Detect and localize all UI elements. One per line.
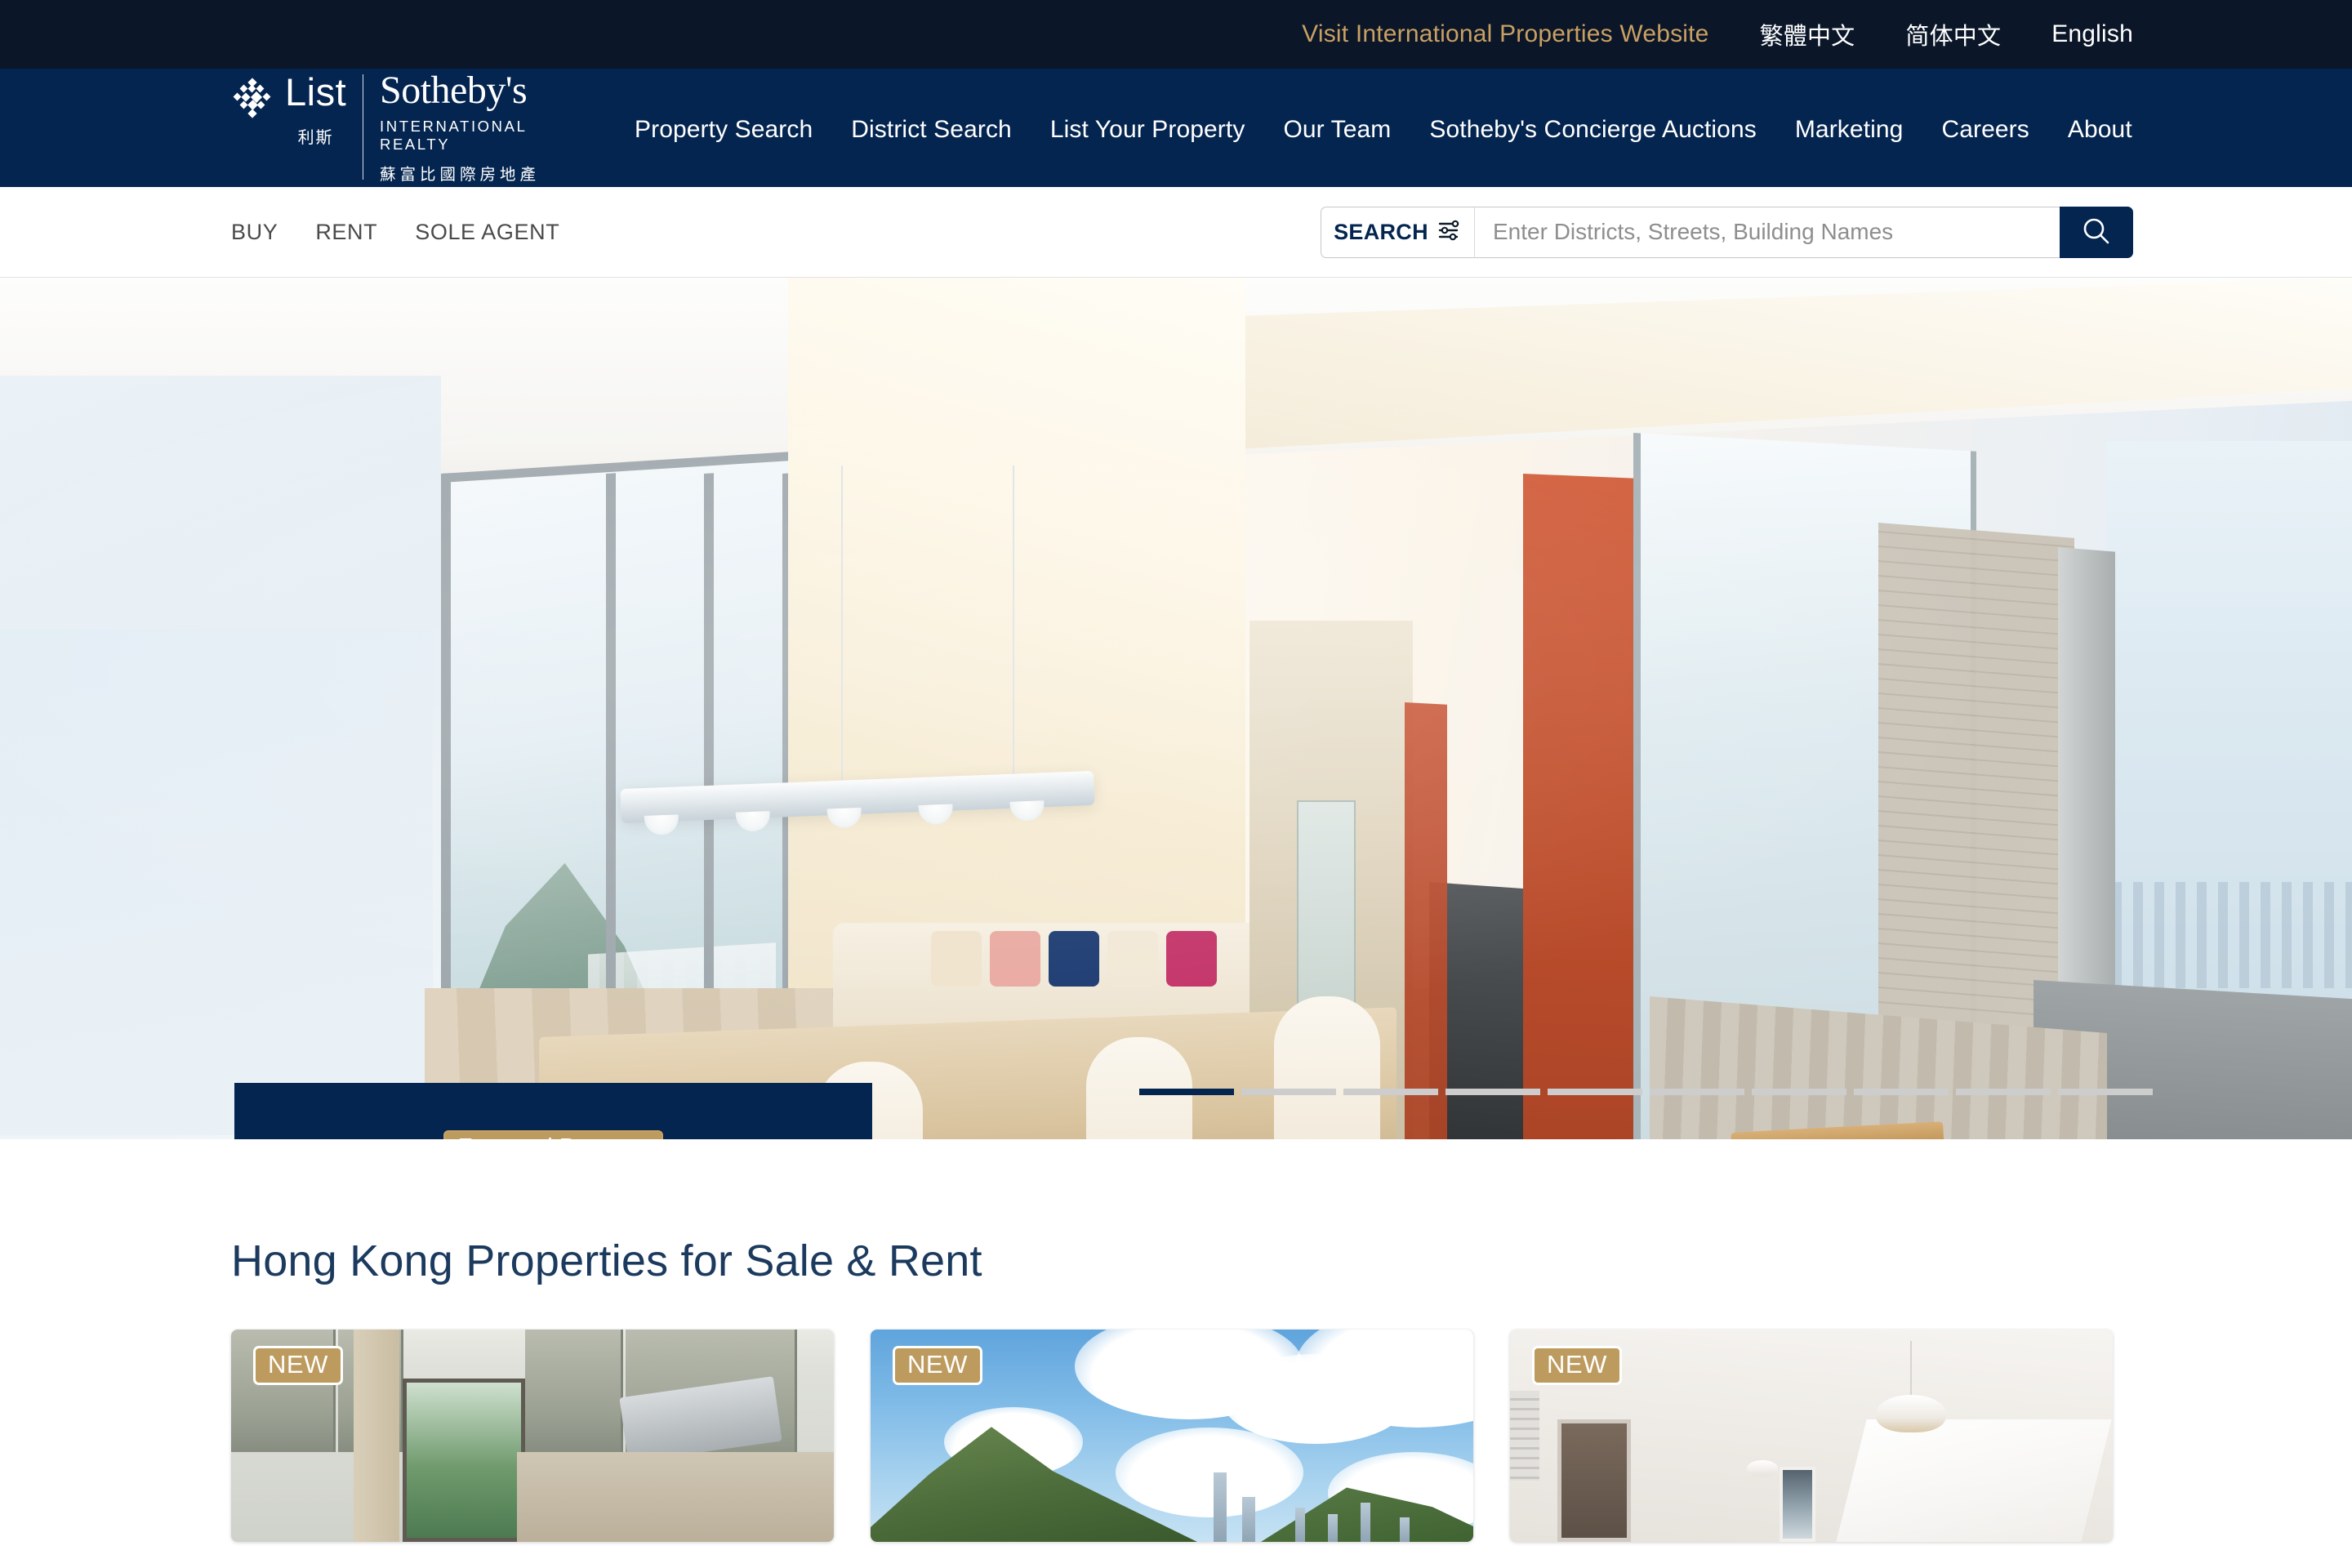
- listings-section: Hong Kong Properties for Sale & Rent NEW: [0, 1139, 2352, 1542]
- hero-property-photo: [0, 278, 2352, 1139]
- international-properties-link[interactable]: Visit International Properties Website: [1302, 20, 1708, 48]
- listing-type-tabs: BUY RENT SOLE AGENT: [231, 220, 597, 245]
- featured-badge-wrap: Featured Property: [310, 1129, 797, 1139]
- tab-sole-agent[interactable]: SOLE AGENT: [415, 220, 559, 245]
- list-diamond-logo-icon: [231, 78, 274, 120]
- property-card[interactable]: NEW: [231, 1330, 834, 1542]
- carousel-pagination: [1139, 1089, 2153, 1095]
- language-simplified-chinese[interactable]: 简体中文: [1905, 17, 2001, 51]
- logo-international-realty-text: INTERNATIONAL REALTY: [380, 118, 527, 153]
- search-filter-label: SEARCH: [1334, 219, 1428, 244]
- carousel-dot-8[interactable]: [1854, 1089, 1949, 1095]
- nav-item-concierge-auctions[interactable]: Sotheby's Concierge Auctions: [1429, 116, 1756, 144]
- nav-item-marketing[interactable]: Marketing: [1795, 116, 1904, 144]
- search-input[interactable]: [1474, 206, 2060, 258]
- hero-carousel: Featured Property Broadwood Park Happy V…: [0, 278, 2352, 1139]
- search-filter-button[interactable]: SEARCH: [1321, 206, 1474, 258]
- carousel-dot-7[interactable]: [1752, 1089, 1846, 1095]
- logo-sothebys-text: Sotheby's: [380, 69, 528, 112]
- nav-item-property-search[interactable]: Property Search: [635, 116, 813, 144]
- new-badge: NEW: [1532, 1346, 1622, 1385]
- carousel-dot-3[interactable]: [1343, 1089, 1438, 1095]
- language-english[interactable]: English: [2051, 20, 2133, 48]
- new-badge: NEW: [893, 1346, 982, 1385]
- logo-sothebys-block: Sotheby's INTERNATIONAL REALTY 蘇富比國際房地產: [380, 71, 574, 185]
- logo-list-text: List: [285, 70, 347, 114]
- property-card[interactable]: NEW: [871, 1330, 1473, 1542]
- nav-item-district-search[interactable]: District Search: [851, 116, 1012, 144]
- logo-list-block: List 利斯: [285, 71, 346, 148]
- property-cards-row: NEW NEW NEW: [231, 1330, 2121, 1542]
- primary-nav-items: Property Search District Search List You…: [635, 116, 2132, 144]
- tab-rent[interactable]: RENT: [315, 220, 377, 245]
- tab-buy[interactable]: BUY: [231, 220, 278, 245]
- carousel-dot-4[interactable]: [1446, 1089, 1540, 1095]
- nav-item-about[interactable]: About: [2068, 116, 2132, 144]
- carousel-dot-2[interactable]: [1241, 1089, 1336, 1095]
- top-utility-bar: Visit International Properties Website 繁…: [0, 0, 2352, 69]
- sliders-filter-icon: [1437, 219, 1462, 246]
- nav-item-list-your-property[interactable]: List Your Property: [1050, 116, 1245, 144]
- nav-item-our-team[interactable]: Our Team: [1283, 116, 1391, 144]
- search-submit-button[interactable]: [2060, 206, 2133, 258]
- featured-property-badge: Featured Property: [443, 1129, 664, 1139]
- featured-property-card[interactable]: Featured Property Broadwood Park Happy V…: [234, 1083, 872, 1139]
- carousel-dot-9[interactable]: [1956, 1089, 2051, 1095]
- search-sub-bar: BUY RENT SOLE AGENT SEARCH: [0, 187, 2352, 278]
- site-logo[interactable]: List 利斯 Sotheby's INTERNATIONAL REALTY 蘇…: [231, 71, 574, 185]
- logo-international-realty-chinese: 蘇富比國際房地產: [380, 166, 541, 184]
- carousel-dot-6[interactable]: [1650, 1089, 1744, 1095]
- logo-list-chinese: 利斯: [297, 129, 334, 147]
- new-badge: NEW: [253, 1346, 343, 1385]
- nav-item-careers[interactable]: Careers: [1941, 116, 2029, 144]
- featured-property-content: Featured Property Broadwood Park Happy V…: [234, 1129, 872, 1139]
- main-navigation-bar: List 利斯 Sotheby's INTERNATIONAL REALTY 蘇…: [0, 69, 2352, 187]
- search-icon: [2080, 215, 2113, 250]
- property-card[interactable]: NEW: [1510, 1330, 2113, 1542]
- carousel-dot-5[interactable]: [1548, 1089, 1642, 1095]
- carousel-dot-1[interactable]: [1139, 1089, 1234, 1095]
- listings-section-title: Hong Kong Properties for Sale & Rent: [231, 1236, 982, 1285]
- search-bar: SEARCH: [1321, 206, 2133, 258]
- language-traditional-chinese[interactable]: 繁體中文: [1760, 17, 1855, 51]
- carousel-dot-10[interactable]: [2058, 1089, 2153, 1095]
